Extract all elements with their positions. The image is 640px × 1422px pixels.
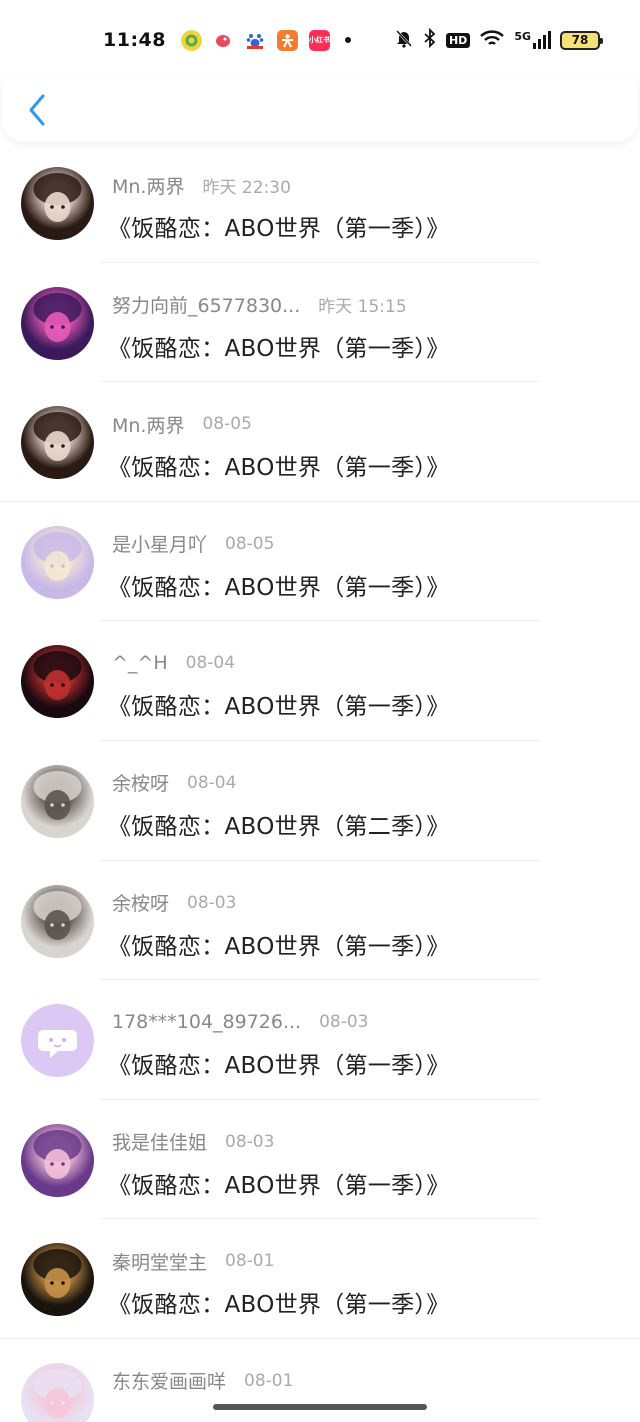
list-item[interactable]: 努力向前_6577830... 昨天 15:15 《饭酪恋：ABO世界（第一季）》	[0, 263, 640, 383]
user-avatar[interactable]	[21, 1362, 94, 1422]
wifi-icon	[479, 28, 505, 52]
list-item[interactable]: 是小星月吖 08-05 《饭酪恋：ABO世界（第一季）》	[0, 502, 640, 622]
timestamp: 昨天 22:30	[202, 177, 291, 198]
timestamp: 08-04	[185, 653, 236, 674]
user-avatar[interactable]	[21, 645, 94, 719]
user-name[interactable]: 我是佳佳姐	[112, 1128, 207, 1155]
list-item[interactable]: 秦明堂堂主 08-01 《饭酪恋：ABO世界（第一季）》	[0, 1219, 640, 1339]
user-name[interactable]: 秦明堂堂主	[112, 1248, 207, 1275]
battery-level: 78	[571, 33, 589, 47]
list-item-meta: 余桉呀 08-03	[112, 889, 620, 916]
green-circle-app-icon	[180, 29, 202, 51]
list-item-text: 178***104_89726... 08-03 《饭酪恋：ABO世界（第一季）》	[108, 1011, 620, 1080]
user-name[interactable]: 178***104_89726...	[112, 1011, 301, 1033]
user-avatar[interactable]	[21, 1123, 94, 1197]
user-avatar[interactable]	[21, 406, 94, 480]
user-avatar[interactable]	[21, 286, 94, 360]
user-avatar[interactable]	[21, 1004, 94, 1078]
comic-title-link[interactable]: 《饭酪恋：ABO世界（第一季）》	[108, 209, 620, 243]
user-avatar[interactable]	[21, 167, 94, 240]
comic-title-link[interactable]: 《饭酪恋：ABO世界（第二季）》	[108, 807, 620, 841]
home-indicator[interactable]	[213, 1404, 427, 1410]
comic-title-link[interactable]: 《饭酪恋：ABO世界（第一季）》	[108, 1285, 620, 1319]
comic-title-link[interactable]: 《饭酪恋：ABO世界（第一季）》	[108, 568, 620, 602]
back-button[interactable]	[22, 90, 52, 130]
comic-title-link[interactable]: 《饭酪恋：ABO世界（第一季）》	[108, 687, 620, 721]
timestamp: 08-01	[244, 1370, 294, 1391]
orange-person-app-icon	[276, 29, 298, 51]
list-item-meta: 178***104_89726... 08-03	[112, 1011, 620, 1033]
more-notifications-dot	[344, 37, 351, 43]
list-item-text: Mn.两界 昨天 22:30 《饭酪恋：ABO世界（第一季）》	[108, 172, 620, 243]
baidu-app-icon	[244, 29, 266, 51]
list-item-text: Mn.两界 08-05 《饭酪恋：ABO世界（第一季）》	[108, 411, 620, 482]
list-item[interactable]: Mn.两界 昨天 22:30 《饭酪恋：ABO世界（第一季）》	[0, 143, 640, 263]
comic-title-link[interactable]: 《饭酪恋：ABO世界（第一季）》	[108, 1166, 620, 1200]
timestamp: 昨天 15:15	[318, 297, 407, 318]
notification-app-icons: 小红书	[180, 29, 351, 51]
status-time: 11:48	[103, 29, 166, 51]
list-item[interactable]: 我是佳佳姐 08-03 《饭酪恋：ABO世界（第一季）》	[0, 1100, 640, 1220]
timestamp: 08-03	[225, 1131, 275, 1152]
list-item-meta: Mn.两界 昨天 22:30	[112, 172, 620, 199]
list-item-meta: 余桉呀 08-04	[112, 769, 620, 796]
user-avatar[interactable]	[21, 525, 94, 599]
list-item-meta: 我是佳佳姐 08-03	[112, 1128, 620, 1155]
message-list[interactable]: Mn.两界 昨天 22:30 《饭酪恋：ABO世界（第一季）》 努力向前_657783…	[0, 143, 640, 1422]
list-item-text: ^_^H 08-04 《饭酪恋：ABO世界（第一季）》	[108, 652, 620, 721]
comic-title-link[interactable]: 《饭酪恋：ABO世界（第一季）》	[108, 1046, 620, 1080]
user-avatar[interactable]	[21, 884, 94, 958]
user-name[interactable]: 东东爱画画咩	[112, 1367, 226, 1394]
red-bird-app-icon	[212, 29, 234, 51]
list-item[interactable]: ^_^H 08-04 《饭酪恋：ABO世界（第一季）》	[0, 621, 640, 741]
user-avatar[interactable]	[21, 1243, 94, 1317]
timestamp: 08-05	[225, 533, 275, 554]
status-bar: 11:48 小红书 HD 5G 78	[0, 0, 640, 80]
bluetooth-icon	[423, 27, 437, 52]
user-name[interactable]: Mn.两界	[112, 411, 184, 438]
timestamp: 08-03	[319, 1012, 369, 1033]
mute-bell-icon	[394, 28, 414, 52]
timestamp: 08-03	[187, 892, 237, 913]
user-name[interactable]: ^_^H	[112, 652, 168, 674]
list-item-text: 东东爱画画咩 08-01	[112, 1370, 620, 1405]
user-avatar[interactable]	[21, 764, 94, 838]
list-item-meta: 秦明堂堂主 08-01	[112, 1248, 620, 1275]
screen: 11:48 小红书 HD 5G 78 Mn.两界 昨天 22:30 《饭酪恋：A…	[0, 0, 640, 1422]
list-item-text: 努力向前_6577830... 昨天 15:15 《饭酪恋：ABO世界（第一季）》	[108, 291, 620, 363]
user-name[interactable]: Mn.两界	[112, 172, 184, 199]
top-nav-bar	[2, 80, 638, 142]
list-item[interactable]: 余桉呀 08-04 《饭酪恋：ABO世界（第二季）》	[0, 741, 640, 861]
hd-voice-icon: HD	[445, 32, 471, 48]
list-item-meta: 东东爱画画咩 08-01	[112, 1367, 620, 1394]
list-item-text: 我是佳佳姐 08-03 《饭酪恋：ABO世界（第一季）》	[108, 1128, 620, 1200]
user-name[interactable]: 是小星月吖	[112, 530, 207, 557]
cellular-signal-icon: 5G	[514, 31, 551, 49]
battery-icon: 78	[560, 30, 603, 50]
chevron-left-icon	[29, 94, 45, 126]
system-status-icons: HD 5G 78	[394, 27, 603, 52]
list-item-meta: 是小星月吖 08-05	[112, 530, 620, 557]
xiaohongshu-app-icon: 小红书	[308, 29, 330, 51]
list-item[interactable]: Mn.两界 08-05 《饭酪恋：ABO世界（第一季）》	[0, 382, 640, 502]
comic-title-link[interactable]: 《饭酪恋：ABO世界（第一季）》	[108, 329, 620, 363]
timestamp: 08-01	[225, 1251, 275, 1272]
timestamp: 08-04	[187, 772, 237, 793]
user-name[interactable]: 努力向前_6577830...	[112, 291, 300, 318]
list-item[interactable]: 178***104_89726... 08-03 《饭酪恋：ABO世界（第一季）》	[0, 980, 640, 1100]
list-item-meta: 努力向前_6577830... 昨天 15:15	[112, 291, 620, 318]
list-item-text: 余桉呀 08-04 《饭酪恋：ABO世界（第二季）》	[108, 769, 620, 841]
list-item-text: 秦明堂堂主 08-01 《饭酪恋：ABO世界（第一季）》	[108, 1248, 620, 1319]
list-item[interactable]: 余桉呀 08-03 《饭酪恋：ABO世界（第一季）》	[0, 861, 640, 981]
list-item-text: 余桉呀 08-03 《饭酪恋：ABO世界（第一季）》	[108, 889, 620, 961]
timestamp: 08-05	[202, 414, 252, 435]
network-type-label: 5G	[514, 30, 531, 43]
list-item-meta: Mn.两界 08-05	[112, 411, 620, 438]
user-name[interactable]: 余桉呀	[112, 769, 169, 796]
list-item-text: 是小星月吖 08-05 《饭酪恋：ABO世界（第一季）》	[108, 530, 620, 602]
comic-title-link[interactable]: 《饭酪恋：ABO世界（第一季）》	[108, 448, 620, 482]
user-name[interactable]: 余桉呀	[112, 889, 169, 916]
list-item-meta: ^_^H 08-04	[112, 652, 620, 674]
comic-title-link[interactable]: 《饭酪恋：ABO世界（第一季）》	[108, 927, 620, 961]
